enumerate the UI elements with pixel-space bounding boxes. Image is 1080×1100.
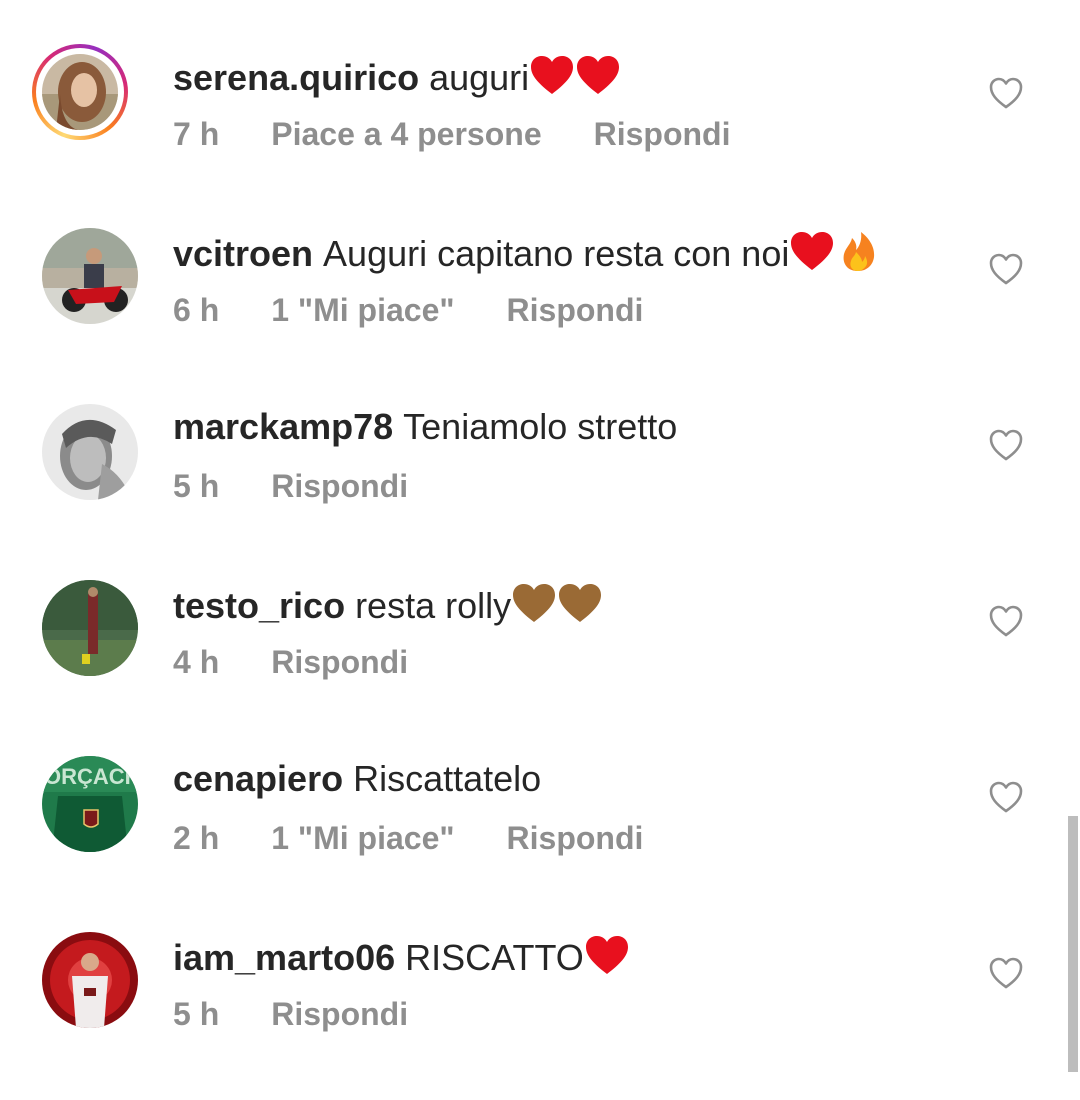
- red-heart-icon: [791, 232, 834, 270]
- comment-text: Teniamolo stretto: [403, 406, 678, 447]
- avatar-photo: [42, 228, 138, 324]
- comment-item: marckamp78 Teniamolo stretto 5 h Rispondi: [0, 396, 1060, 572]
- comment-meta: 6 h 1 "Mi piace" Rispondi: [173, 292, 695, 329]
- comment-text-line: cenapiero Riscattatelo: [173, 758, 541, 800]
- comment-text: Riscattatelo: [353, 758, 542, 799]
- brown-heart-icon: [559, 584, 602, 622]
- avatar[interactable]: ORÇACHI: [42, 756, 138, 852]
- reply-button[interactable]: Rispondi: [507, 292, 644, 328]
- avatar[interactable]: [42, 228, 138, 324]
- comment-text-line: vcitroen Auguri capitano resta con noi: [173, 230, 881, 275]
- avatar-photo: [42, 54, 118, 130]
- comment-text-line: serena.quirico auguri: [173, 54, 621, 99]
- comment-text-line: testo_rico resta rolly: [173, 582, 603, 627]
- comment-meta: 2 h 1 "Mi piace" Rispondi: [173, 820, 695, 857]
- comment-item: ORÇACHI cenapiero Riscattatelo 2 h 1 "Mi p…: [0, 748, 1060, 924]
- comment-text: auguri: [429, 57, 530, 98]
- comment-meta: 5 h Rispondi: [173, 468, 460, 505]
- avatar[interactable]: [42, 580, 138, 676]
- like-heart-icon[interactable]: [988, 252, 1024, 286]
- comment-username[interactable]: serena.quirico: [173, 57, 419, 98]
- comment-username[interactable]: testo_rico: [173, 585, 345, 626]
- like-heart-icon[interactable]: [988, 956, 1024, 990]
- comment-username[interactable]: marckamp78: [173, 406, 393, 447]
- comment-time: 5 h: [173, 996, 220, 1032]
- comment-item: iam_marto06 RISCATTO 5 h Rispondi: [0, 924, 1060, 1100]
- fire-icon: [843, 232, 875, 271]
- comment-time: 7 h: [173, 116, 220, 152]
- avatar-photo: [42, 580, 138, 676]
- avatar-photo: [42, 404, 138, 500]
- reply-button[interactable]: Rispondi: [507, 820, 644, 856]
- red-heart-icon: [577, 56, 620, 94]
- reply-button[interactable]: Rispondi: [271, 996, 408, 1032]
- comment-meta: 5 h Rispondi: [173, 996, 460, 1033]
- comment-item: serena.quirico auguri 7 h Piace a 4 person…: [0, 44, 1060, 220]
- reply-button[interactable]: Rispondi: [594, 116, 731, 152]
- like-heart-icon[interactable]: [988, 76, 1024, 110]
- comment-username[interactable]: vcitroen: [173, 233, 313, 274]
- red-heart-icon: [531, 56, 574, 94]
- comment-time: 4 h: [173, 644, 220, 680]
- like-heart-icon[interactable]: [988, 604, 1024, 638]
- avatar[interactable]: [42, 932, 138, 1028]
- comment-meta: 4 h Rispondi: [173, 644, 460, 681]
- comment-text: Auguri capitano resta con noi: [323, 233, 790, 274]
- scrollbar[interactable]: [1068, 816, 1078, 1072]
- avatar-photo: ORÇACHI: [42, 756, 138, 852]
- comment-text: RISCATTO: [405, 937, 584, 978]
- comment-time: 2 h: [173, 820, 220, 856]
- comment-time: 6 h: [173, 292, 220, 328]
- avatar-photo: [42, 932, 138, 1028]
- avatar-text: ORÇACHI: [44, 764, 138, 789]
- comment-likes[interactable]: 1 "Mi piace": [271, 820, 454, 856]
- reply-button[interactable]: Rispondi: [271, 644, 408, 680]
- comment-likes[interactable]: Piace a 4 persone: [271, 116, 541, 152]
- comment-text: resta rolly: [355, 585, 512, 626]
- comment-username[interactable]: iam_marto06: [173, 937, 395, 978]
- red-heart-icon: [585, 936, 628, 974]
- like-heart-icon[interactable]: [988, 780, 1024, 814]
- reply-button[interactable]: Rispondi: [271, 468, 408, 504]
- comment-item: vcitroen Auguri capitano resta con noi 6 …: [0, 220, 1060, 396]
- brown-heart-icon: [513, 584, 556, 622]
- avatar[interactable]: [32, 44, 128, 140]
- comment-likes[interactable]: 1 "Mi piace": [271, 292, 454, 328]
- like-heart-icon[interactable]: [988, 428, 1024, 462]
- comment-username[interactable]: cenapiero: [173, 758, 343, 799]
- comment-text-line: marckamp78 Teniamolo stretto: [173, 406, 677, 448]
- comment-meta: 7 h Piace a 4 persone Rispondi: [173, 116, 782, 153]
- comment-text-line: iam_marto06 RISCATTO: [173, 934, 630, 979]
- comment-item: testo_rico resta rolly 4 h Rispondi: [0, 572, 1060, 748]
- comment-time: 5 h: [173, 468, 220, 504]
- avatar[interactable]: [42, 404, 138, 500]
